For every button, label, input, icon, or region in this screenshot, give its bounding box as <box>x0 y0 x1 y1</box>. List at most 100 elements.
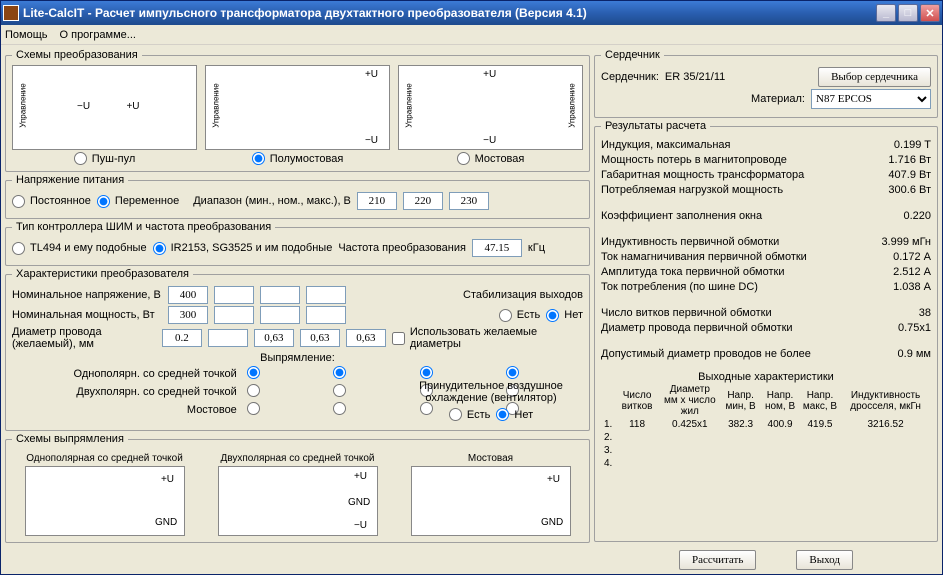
result-row: Амплитуда тока первичной обмотки 2.512 А <box>601 266 931 278</box>
cool-yes-radio[interactable]: Есть <box>449 408 490 421</box>
out-header: Диаметр мм x число жил <box>659 383 721 418</box>
menu-about[interactable]: О программе... <box>60 29 136 41</box>
rect-scheme-1: Однополярная со средней точкой +U GND <box>25 453 185 536</box>
result-row: Мощность потерь в магнитопроводе1.716 Вт <box>601 154 931 166</box>
wire-dia-input-3[interactable] <box>300 329 340 347</box>
result-label: Габаритная мощность трансформатора <box>601 169 804 181</box>
wire-dia-input-0[interactable] <box>162 329 202 347</box>
core-group: Сердечник Сердечник: ER 35/21/11 Выбор с… <box>594 49 938 118</box>
supply-nom-input[interactable] <box>403 192 443 210</box>
out-header <box>601 383 615 418</box>
scheme-bridge: Управление +U −U Управление Мостовая <box>398 65 583 165</box>
rect-3-label: Мостовое <box>12 404 237 416</box>
supply-max-input[interactable] <box>449 192 489 210</box>
nom-power-input-3[interactable] <box>260 306 300 324</box>
app-icon <box>3 5 19 21</box>
table-row: 4. <box>601 457 931 470</box>
rect-3-col1[interactable] <box>247 402 324 418</box>
wire-dia-input-2[interactable] <box>254 329 294 347</box>
controller-freq-unit: кГц <box>528 242 545 254</box>
result-label: Диаметр провода первичной обмотки <box>601 322 793 334</box>
supply-range-label: Диапазон (мин., ном., макс.), В <box>193 195 351 207</box>
result-value: 3.999 мГн <box>881 236 931 248</box>
result-label: Число витков первичной обмотки <box>601 307 772 319</box>
supply-dc-radio[interactable]: Постоянное <box>12 195 91 208</box>
rect-schemes-legend: Схемы выпрямления <box>12 433 128 445</box>
result-row: Ток намагничивания первичной обмотки0.17… <box>601 251 931 263</box>
scheme-pushpull-radio[interactable]: Пуш-пул <box>74 152 136 165</box>
core-legend: Сердечник <box>601 49 664 61</box>
result-label: Мощность потерь в магнитопроводе <box>601 154 787 166</box>
result-label: Индукция, максимальная <box>601 139 730 151</box>
nom-voltage-input-1[interactable] <box>168 286 208 304</box>
supply-group: Напряжение питания Постоянное Переменное… <box>5 174 590 219</box>
nom-voltage-input-4[interactable] <box>306 286 346 304</box>
results-legend: Результаты расчета <box>601 120 710 132</box>
core-value: ER 35/21/11 <box>665 71 725 83</box>
result-label: Ток потребления (по шине DC) <box>601 281 758 293</box>
scheme-bridge-radio[interactable]: Мостовая <box>457 152 525 165</box>
characteristics-legend: Характеристики преобразователя <box>12 268 193 280</box>
controller-tl494-radio[interactable]: TL494 и ему подобные <box>12 242 147 255</box>
result-row: Габаритная мощность трансформатора407.9 … <box>601 169 931 181</box>
table-row: 1.1180.425x1382.3400.9419.53216.52 <box>601 418 931 431</box>
rect-schemes-group: Схемы выпрямления Однополярная со средне… <box>5 433 590 543</box>
result-value: 300.6 Вт <box>888 184 931 196</box>
minimize-button[interactable]: _ <box>876 4 896 22</box>
rect-3-col2[interactable] <box>333 402 410 418</box>
nom-voltage-input-3[interactable] <box>260 286 300 304</box>
result-label: Амплитуда тока первичной обмотки <box>601 266 784 278</box>
wire-dia-input-1[interactable] <box>208 329 248 347</box>
rect-1-col2[interactable] <box>333 366 410 382</box>
controller-ir2153-radio[interactable]: IR2153, SG3525 и им подобные <box>153 242 333 255</box>
out-legend: Выходные характеристики <box>601 371 931 383</box>
supply-min-input[interactable] <box>357 192 397 210</box>
schemes-legend: Схемы преобразования <box>12 49 142 61</box>
calculate-button[interactable]: Рассчитать <box>679 550 756 570</box>
material-select[interactable]: N87 EPCOS <box>811 89 931 109</box>
supply-ac-radio[interactable]: Переменное <box>97 195 179 208</box>
res-maxd-label: Допустимый диаметр проводов не более <box>601 348 811 360</box>
result-row: Число витков первичной обмотки38 <box>601 307 931 319</box>
supply-legend: Напряжение питания <box>12 174 128 186</box>
nom-power-input-2[interactable] <box>214 306 254 324</box>
out-header: Напр. мин, В <box>721 383 760 418</box>
output-table: Число витковДиаметр мм x число жилНапр. … <box>601 383 931 470</box>
maximize-button[interactable]: □ <box>898 4 918 22</box>
window-title: Lite-CalcIT - Расчет импульсного трансфо… <box>23 6 876 20</box>
result-value: 0.75x1 <box>898 322 931 334</box>
nom-voltage-input-2[interactable] <box>214 286 254 304</box>
choose-core-button[interactable]: Выбор сердечника <box>818 67 931 87</box>
res-fill-label: Коэффициент заполнения окна <box>601 210 762 222</box>
result-row: Потребляемая нагрузкой мощность300.6 Вт <box>601 184 931 196</box>
rect-scheme-3-diagram: +U GND <box>411 466 571 536</box>
res-maxd-val: 0.9 мм <box>898 348 931 360</box>
rect-2-label: Двухполярн. со средней точкой <box>12 386 237 398</box>
wire-dia-input-4[interactable] <box>346 329 386 347</box>
result-value: 2.512 А <box>893 266 931 278</box>
rect-scheme-1-diagram: +U GND <box>25 466 185 536</box>
nom-power-input-4[interactable] <box>306 306 346 324</box>
scheme-pushpull-diagram: Управление −U +U <box>12 65 197 150</box>
scheme-halfbridge-radio[interactable]: Полумостовая <box>252 152 344 165</box>
menu-help[interactable]: Помощь <box>5 29 48 41</box>
result-value: 0.199 T <box>894 139 931 151</box>
out-header: Напр. ном, В <box>760 383 799 418</box>
content: Схемы преобразования Управление −U +U Пу… <box>1 45 942 574</box>
rect-2-col1[interactable] <box>247 384 324 400</box>
use-desired-checkbox[interactable]: Использовать желаемые диаметры <box>392 326 583 350</box>
close-button[interactable]: ✕ <box>920 4 940 22</box>
stab-yes-radio[interactable]: Есть <box>499 309 540 322</box>
stab-no-radio[interactable]: Нет <box>546 309 583 322</box>
nom-power-input-1[interactable] <box>168 306 208 324</box>
rect-2-col2[interactable] <box>333 384 410 400</box>
controller-freq-input[interactable] <box>472 239 522 257</box>
controller-freq-label: Частота преобразования <box>338 242 466 254</box>
controller-legend: Тип контроллера ШИМ и частота преобразов… <box>12 221 275 233</box>
schemes-group: Схемы преобразования Управление −U +U Пу… <box>5 49 590 172</box>
rect-scheme-2: Двухполярная со средней точкой +U GND −U <box>218 453 378 536</box>
exit-button[interactable]: Выход <box>796 550 853 570</box>
table-row: 2. <box>601 431 931 444</box>
rect-1-col1[interactable] <box>247 366 324 382</box>
cool-no-radio[interactable]: Нет <box>496 408 533 421</box>
